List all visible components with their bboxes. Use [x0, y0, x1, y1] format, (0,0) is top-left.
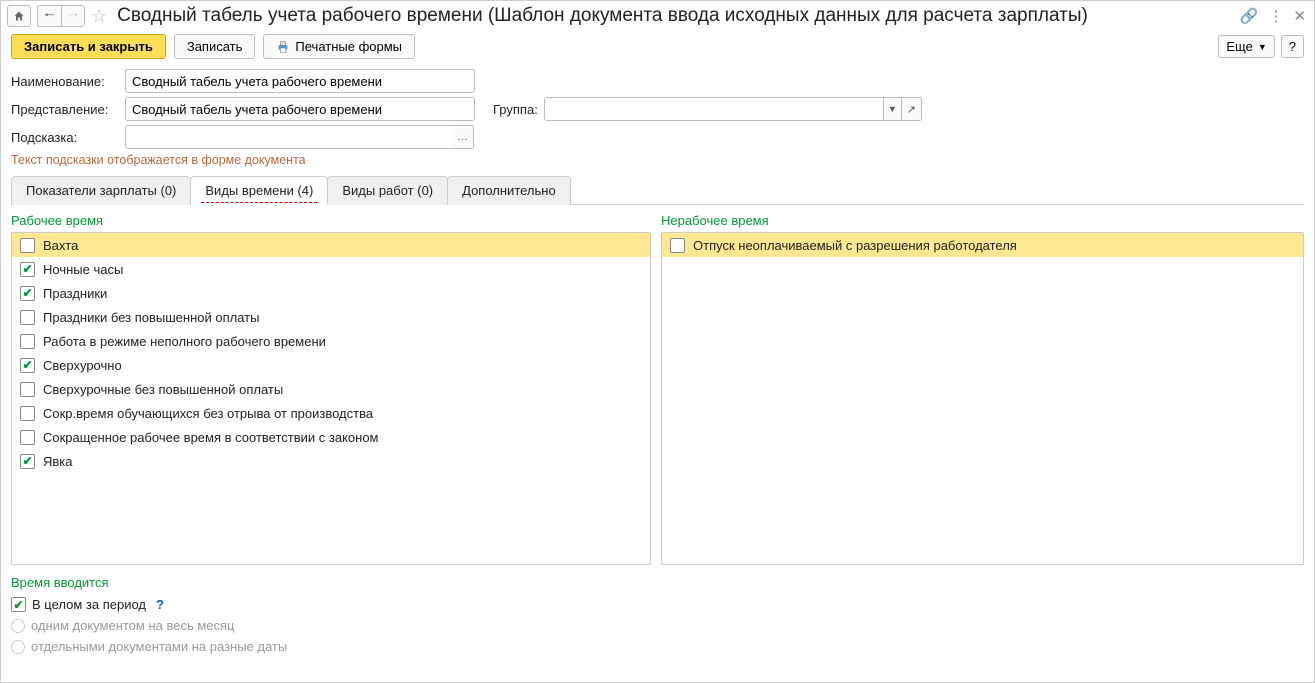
chevron-down-icon: ▼ — [1258, 42, 1267, 52]
checkbox[interactable] — [20, 382, 35, 397]
save-button[interactable]: Записать — [174, 34, 256, 59]
close-icon[interactable]: ✕ — [1293, 7, 1306, 25]
list-item[interactable]: Сверхурочно — [12, 353, 650, 377]
favorite-icon[interactable]: ☆ — [91, 6, 107, 27]
nonwork-time-section-label: Нерабочее время — [661, 213, 1304, 228]
list-item[interactable]: Явка — [12, 449, 650, 473]
checkbox[interactable] — [20, 286, 35, 301]
group-label: Группа: — [493, 102, 538, 117]
group-dropdown-button[interactable]: ▼ — [884, 97, 902, 121]
window-title: Сводный табель учета рабочего времени (Ш… — [117, 5, 1234, 27]
checkbox[interactable] — [20, 334, 35, 349]
list-item[interactable]: Ночные часы — [12, 257, 650, 281]
list-item[interactable]: Праздники — [12, 281, 650, 305]
checkbox[interactable] — [20, 454, 35, 469]
list-item[interactable]: Сокр.время обучающихся без отрыва от про… — [12, 401, 650, 425]
checkbox[interactable] — [20, 430, 35, 445]
separate-docs-radio — [11, 640, 25, 654]
list-item-label: Явка — [43, 454, 73, 469]
representation-label: Представление: — [11, 102, 119, 117]
print-forms-button[interactable]: Печатные формы — [263, 34, 415, 59]
forward-button[interactable]: 🠒 — [61, 5, 85, 27]
hint-ellipsis-button[interactable]: … — [452, 125, 474, 149]
tab-time-types[interactable]: Виды времени (4) — [190, 176, 328, 205]
list-item[interactable]: Вахта — [12, 233, 650, 257]
name-input[interactable] — [125, 69, 475, 93]
more-label: Еще — [1226, 39, 1252, 54]
list-item[interactable]: Сокращенное рабочее время в соответствии… — [12, 425, 650, 449]
list-item-label: Вахта — [43, 238, 78, 253]
checkbox[interactable] — [20, 238, 35, 253]
group-input[interactable] — [544, 97, 884, 121]
list-item-label: Праздники без повышенной оплаты — [43, 310, 259, 325]
list-item[interactable]: Сверхурочные без повышенной оплаты — [12, 377, 650, 401]
representation-input[interactable] — [125, 97, 475, 121]
whole-period-help[interactable]: ? — [156, 597, 164, 612]
more-button[interactable]: Еще ▼ — [1218, 35, 1274, 58]
checkbox[interactable] — [20, 262, 35, 277]
name-label: Наименование: — [11, 74, 119, 89]
list-item-label: Ночные часы — [43, 262, 123, 277]
printer-icon — [276, 40, 290, 54]
separate-docs-label: отдельными документами на разные даты — [31, 639, 287, 654]
checkbox[interactable] — [20, 406, 35, 421]
list-item-label: Сокр.время обучающихся без отрыва от про… — [43, 406, 373, 421]
list-item-label: Сверхурочные без повышенной оплаты — [43, 382, 283, 397]
checkbox[interactable] — [20, 358, 35, 373]
print-forms-label: Печатные формы — [295, 39, 402, 54]
back-button[interactable]: 🠐 — [37, 5, 61, 27]
hint-description: Текст подсказки отображается в форме док… — [1, 151, 1314, 175]
save-and-close-button[interactable]: Записать и закрыть — [11, 34, 166, 59]
list-item-label: Отпуск неоплачиваемый с разрешения работ… — [693, 238, 1017, 253]
menu-icon[interactable]: ⋮ — [1268, 7, 1283, 25]
work-time-list[interactable]: Вахта Ночные часы Праздники Праздники без п… — [11, 232, 651, 565]
home-button[interactable] — [7, 5, 31, 27]
entry-section-label: Время вводится — [11, 575, 1304, 590]
one-doc-radio — [11, 619, 25, 633]
tab-salary-indicators[interactable]: Показатели зарплаты (0) — [11, 176, 191, 205]
list-item-label: Праздники — [43, 286, 107, 301]
tab-additional[interactable]: Дополнительно — [447, 176, 571, 205]
nonwork-time-list[interactable]: Отпуск неоплачиваемый с разрешения работ… — [661, 232, 1304, 565]
group-open-button[interactable]: ↗ — [902, 97, 922, 121]
hint-label: Подсказка: — [11, 130, 119, 145]
hint-input[interactable] — [125, 125, 455, 149]
list-item-label: Работа в режиме неполного рабочего време… — [43, 334, 326, 349]
whole-period-label: В целом за период — [32, 597, 146, 612]
link-icon[interactable]: 🔗 — [1240, 7, 1259, 25]
list-item[interactable]: Работа в режиме неполного рабочего време… — [12, 329, 650, 353]
checkbox[interactable] — [670, 238, 685, 253]
work-time-section-label: Рабочее время — [11, 213, 651, 228]
help-button[interactable]: ? — [1281, 35, 1304, 58]
list-item-label: Сверхурочно — [43, 358, 122, 373]
whole-period-checkbox[interactable] — [11, 597, 26, 612]
tab-work-types[interactable]: Виды работ (0) — [327, 176, 448, 205]
list-item[interactable]: Праздники без повышенной оплаты — [12, 305, 650, 329]
one-doc-label: одним документом на весь месяц — [31, 618, 235, 633]
checkbox[interactable] — [20, 310, 35, 325]
list-item-label: Сокращенное рабочее время в соответствии… — [43, 430, 379, 445]
list-item[interactable]: Отпуск неоплачиваемый с разрешения работ… — [662, 233, 1303, 257]
